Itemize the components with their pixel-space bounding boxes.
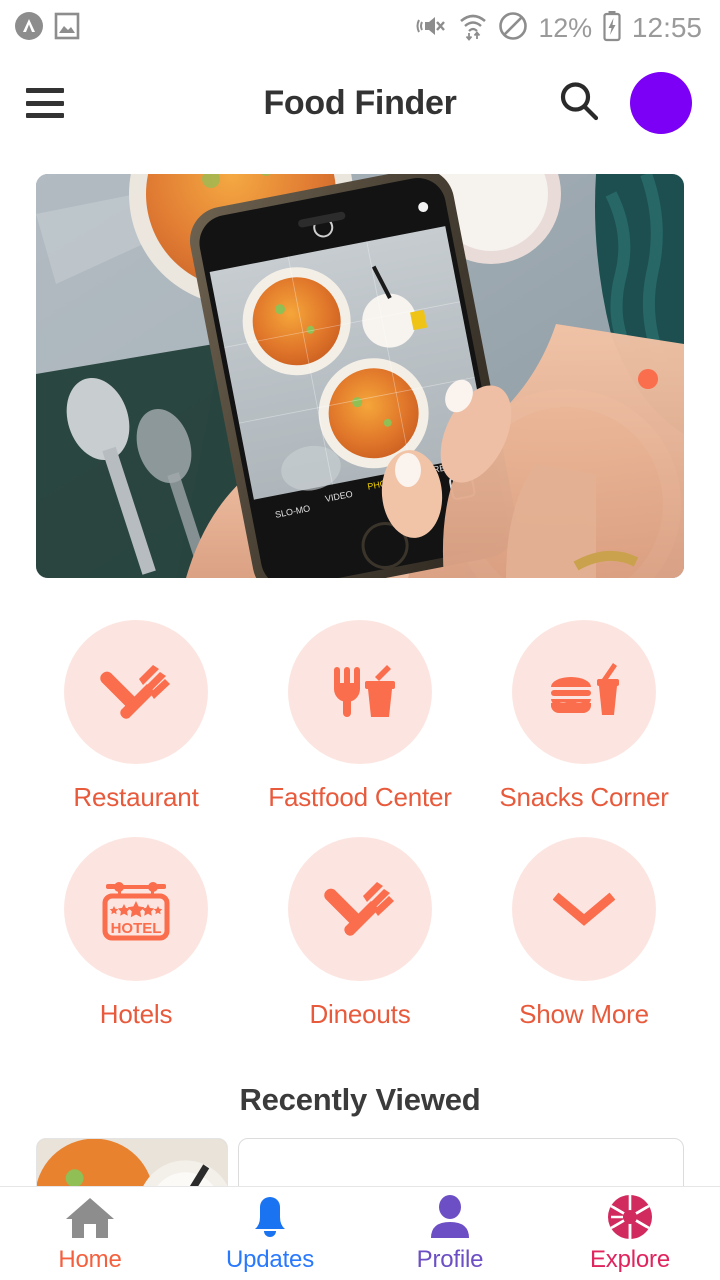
app-circle-chevron-icon [14,11,44,46]
status-bar-clock: 12:55 [631,12,702,43]
app-bar: Food Finder [0,56,720,150]
category-icon-bg: HOTEL [64,837,208,981]
carousel-dot-indicator[interactable] [638,369,658,389]
nav-item-explore[interactable]: Explore [540,1194,720,1274]
bottom-navigation-bar: Home Updates Profile Explore [0,1186,720,1280]
hamburger-line [26,113,64,118]
vibrate-mute-icon [414,11,448,46]
hotel-sign-icon: HOTEL [94,870,178,948]
category-icon-bg [512,620,656,764]
battery-charging-icon [602,10,622,47]
category-label: Dineouts [309,999,411,1029]
wifi-data-icon [458,11,488,46]
status-bar: 12% 12:55 [0,0,720,56]
category-label: Show More [519,999,649,1029]
category-item-snacks-corner[interactable]: Snacks Corner [472,620,696,813]
section-title: Recently Viewed [239,1082,481,1117]
category-item-restaurant[interactable]: Restaurant [24,620,248,813]
category-item-fastfood-center[interactable]: Fastfood Center [248,620,472,813]
category-label: Fastfood Center [268,782,452,812]
category-label: Restaurant [73,782,199,812]
chevron-down-icon [553,889,615,929]
hero-banner-wrap: SLO-MO VIDEO PHOTO SQUARE PANO [36,174,684,578]
category-icon-bg [64,620,208,764]
hamburger-line [26,100,64,106]
nav-label-home: Home [58,1245,122,1273]
battery-percent-label: 12% [538,12,592,43]
hero-banner[interactable]: SLO-MO VIDEO PHOTO SQUARE PANO [36,174,684,578]
person-icon [427,1194,473,1240]
nav-label-updates: Updates [226,1245,314,1273]
search-icon[interactable] [556,78,602,129]
status-bar-right-icons: 12% 12:55 [414,10,702,47]
nav-item-home[interactable]: Home [0,1194,180,1274]
category-label: Snacks Corner [499,782,669,812]
nav-label-explore: Explore [590,1245,670,1273]
category-item-dineouts[interactable]: Dineouts [248,837,472,1030]
bell-icon [247,1194,293,1240]
fork-knife-crossed-icon [321,870,399,948]
category-item-hotels[interactable]: HOTEL Hotels [24,837,248,1030]
category-item-show-more[interactable]: Show More [472,837,696,1030]
category-grid: Restaurant Fastfood Center Snacks Corner… [0,620,720,1030]
category-label: Hotels [99,999,173,1029]
home-icon [64,1194,116,1240]
nav-item-updates[interactable]: Updates [180,1194,360,1274]
hamburger-menu-icon[interactable] [26,88,64,118]
do-not-disturb-icon [498,11,528,46]
category-icon-bg [512,837,656,981]
category-icon-bg [288,837,432,981]
status-bar-left-icons [14,11,80,46]
app-root: 12% 12:55 Food Finder SLO-MO VIDEO Resta… [0,0,720,1280]
hero-banner-image: SLO-MO VIDEO PHOTO SQUARE PANO [36,174,684,578]
fork-drink-cup-icon [321,653,399,731]
hamburger-line [26,88,64,93]
svg-text:HOTEL: HOTEL [111,920,162,937]
burger-drink-cup-icon [545,653,623,731]
screenshot-image-icon [54,11,80,46]
avatar[interactable] [630,72,692,134]
fork-knife-crossed-icon [97,653,175,731]
category-icon-bg [288,620,432,764]
nav-label-profile: Profile [416,1245,484,1273]
nav-item-profile[interactable]: Profile [360,1194,540,1274]
aperture-icon [606,1194,654,1240]
app-bar-actions [556,72,692,134]
